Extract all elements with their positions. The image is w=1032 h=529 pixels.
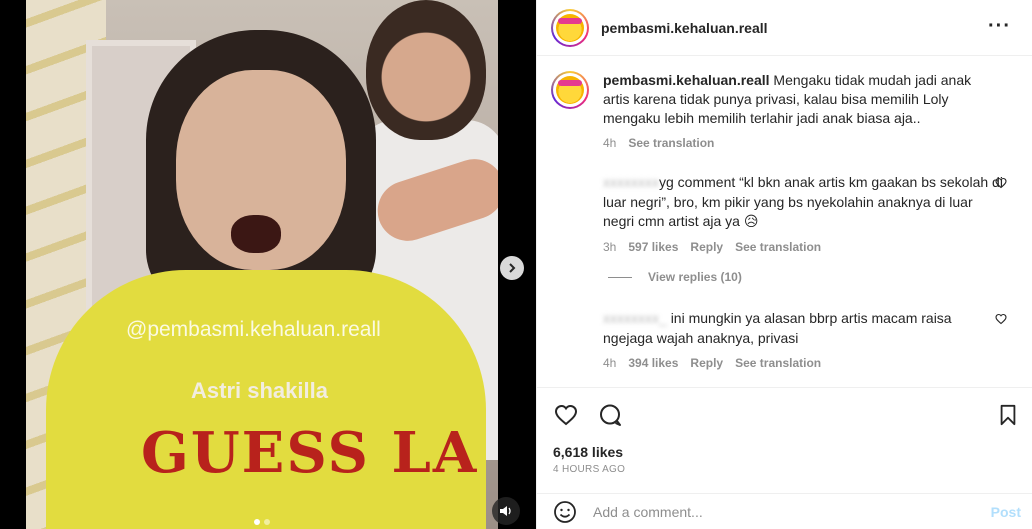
avatar[interactable] (551, 8, 589, 47)
avatar[interactable] (551, 71, 589, 109)
next-media-button[interactable] (500, 256, 524, 280)
comment-button[interactable] (597, 402, 623, 428)
post-caption: pembasmi.kehaluan.reall Mengaku tidak mu… (551, 71, 993, 150)
see-translation-link[interactable]: See translation (735, 356, 821, 370)
comment-username[interactable]: xxxxxxxx (603, 174, 659, 190)
post-details-panel: pembasmi.kehaluan.reall ··· pembasmi.keh… (536, 0, 1032, 529)
comment-likes[interactable]: 394 likes (628, 356, 678, 370)
reply-button[interactable]: Reply (690, 356, 723, 370)
reply-button[interactable]: Reply (690, 240, 723, 254)
post-username[interactable]: pembasmi.kehaluan.reall (601, 20, 768, 36)
comment-item: xxxxxxxx_ ini mungkin ya alasan bbrp art… (603, 309, 1007, 370)
add-comment-bar: Post (537, 493, 1032, 529)
heart-icon (554, 404, 578, 426)
media-panel: GUESS LA @pembasmi.kehaluan.reall Astri … (0, 0, 536, 529)
profile-logo-icon (556, 76, 584, 104)
comment-time: 3h (603, 239, 617, 254)
comment-input[interactable] (593, 503, 991, 520)
post-timestamp: 4 HOURS AGO (553, 464, 626, 475)
caption-username[interactable]: pembasmi.kehaluan.reall (603, 72, 770, 88)
carousel-indicator (254, 519, 270, 525)
see-translation-link[interactable]: See translation (628, 136, 714, 150)
more-options-icon[interactable]: ··· (988, 16, 1011, 36)
video-overlay-caption: Astri shakilla (191, 378, 328, 403)
post-actions: 6,618 likes 4 HOURS AGO (537, 387, 1032, 482)
heart-icon[interactable] (995, 313, 1007, 325)
post-comment-button[interactable]: Post (991, 504, 1021, 520)
bookmark-icon (1000, 404, 1016, 426)
comment-item: xxxxxxxxyg comment “kl bkn anak artis km… (603, 173, 1007, 254)
post-header: pembasmi.kehaluan.reall ··· (537, 0, 1032, 56)
instagram-post-modal: GUESS LA @pembasmi.kehaluan.reall Astri … (0, 0, 1032, 529)
carousel-dot (254, 519, 260, 525)
emoji-icon[interactable] (553, 500, 577, 524)
shirt-print-text: GUESS LA (141, 420, 479, 486)
carousel-dot (264, 519, 270, 525)
comment-username[interactable]: xxxxxxxx_ (603, 310, 667, 326)
view-replies-button[interactable]: View replies (10) (608, 270, 742, 284)
heart-icon[interactable] (995, 177, 1007, 189)
post-video[interactable]: GUESS LA @pembasmi.kehaluan.reall Astri … (26, 0, 498, 529)
video-watermark: @pembasmi.kehaluan.reall (126, 318, 381, 341)
comment-text: yg comment “kl bkn anak artis km gaakan … (603, 174, 1003, 229)
profile-logo-icon (556, 13, 584, 42)
mute-button[interactable] (492, 497, 520, 525)
speaker-icon (500, 506, 511, 516)
comments-list[interactable]: pembasmi.kehaluan.reall Mengaku tidak mu… (537, 57, 1032, 387)
comment-likes[interactable]: 597 likes (628, 240, 678, 254)
like-button[interactable] (553, 402, 579, 428)
save-button[interactable] (995, 402, 1021, 428)
caption-time: 4h (603, 136, 617, 150)
see-translation-link[interactable]: See translation (735, 240, 821, 254)
comment-bubble-icon (600, 404, 621, 426)
like-count[interactable]: 6,618 likes (553, 444, 623, 460)
comment-time: 4h (603, 356, 617, 370)
chevron-right-icon (509, 263, 516, 273)
